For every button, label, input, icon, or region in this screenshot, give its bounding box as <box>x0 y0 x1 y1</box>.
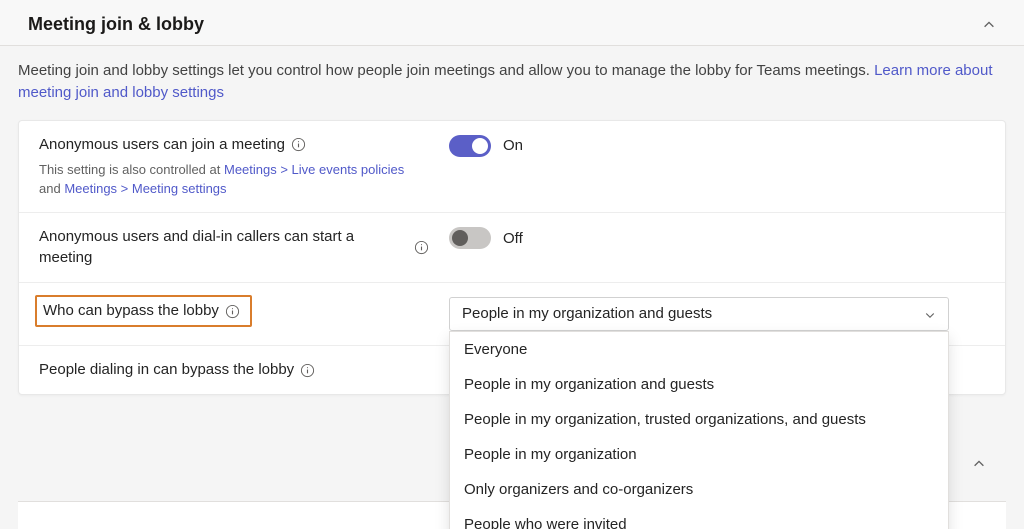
setting-label: Who can bypass the lobby <box>43 301 240 321</box>
dropdown-option[interactable]: People in my organization <box>450 437 948 472</box>
setting-anonymous-start: Anonymous users and dial-in callers can … <box>19 213 1005 283</box>
bypass-lobby-dropdown: Everyone People in my organization and g… <box>449 331 949 529</box>
bypass-lobby-select[interactable]: People in my organization and guests <box>449 297 949 331</box>
switch[interactable] <box>449 227 491 249</box>
dropdown-option[interactable]: People who were invited <box>450 507 948 529</box>
settings-card: Anonymous users can join a meeting This … <box>18 120 1006 396</box>
setting-label: Anonymous users can join a meeting <box>39 135 306 155</box>
chevron-up-icon <box>982 18 996 32</box>
select-value: People in my organization and guests <box>462 305 712 322</box>
bypass-lobby-select-wrap: People in my organization and guests Eve… <box>449 297 949 331</box>
info-icon[interactable] <box>225 304 240 319</box>
link-live-events-policies[interactable]: Meetings > Live events policies <box>224 162 404 177</box>
setting-subtext: This setting is also controlled at Meeti… <box>39 161 429 199</box>
description-text: Meeting join and lobby settings let you … <box>18 62 874 79</box>
dropdown-option[interactable]: Everyone <box>450 332 948 367</box>
setting-anonymous-join: Anonymous users can join a meeting This … <box>19 121 1005 214</box>
meeting-join-lobby-panel: Meeting join & lobby Meeting join and lo… <box>0 0 1024 529</box>
setting-bypass-lobby: Who can bypass the lobby People in my or… <box>19 283 1005 346</box>
section-header[interactable]: Meeting join & lobby <box>0 0 1024 46</box>
highlighted-setting: Who can bypass the lobby <box>35 295 252 327</box>
setting-label: Anonymous users and dial-in callers can … <box>39 227 429 268</box>
dropdown-option[interactable]: People in my organization and guests <box>450 367 948 402</box>
toggle-state-label: Off <box>503 230 523 247</box>
section-title: Meeting join & lobby <box>28 14 204 35</box>
toggle-state-label: On <box>503 137 523 154</box>
dropdown-option[interactable]: People in my organization, trusted organ… <box>450 402 948 437</box>
info-icon[interactable] <box>414 240 429 255</box>
chevron-down-icon <box>924 308 936 320</box>
toggle-anonymous-join[interactable]: On <box>449 135 523 157</box>
info-icon[interactable] <box>300 363 315 378</box>
toggle-anonymous-start[interactable]: Off <box>449 227 523 249</box>
chevron-up-icon[interactable] <box>972 457 986 471</box>
info-icon[interactable] <box>291 137 306 152</box>
switch[interactable] <box>449 135 491 157</box>
link-meeting-settings[interactable]: Meetings > Meeting settings <box>64 181 226 196</box>
setting-label: People dialing in can bypass the lobby <box>39 360 315 380</box>
dropdown-option[interactable]: Only organizers and co-organizers <box>450 472 948 507</box>
section-description: Meeting join and lobby settings let you … <box>0 46 1024 120</box>
